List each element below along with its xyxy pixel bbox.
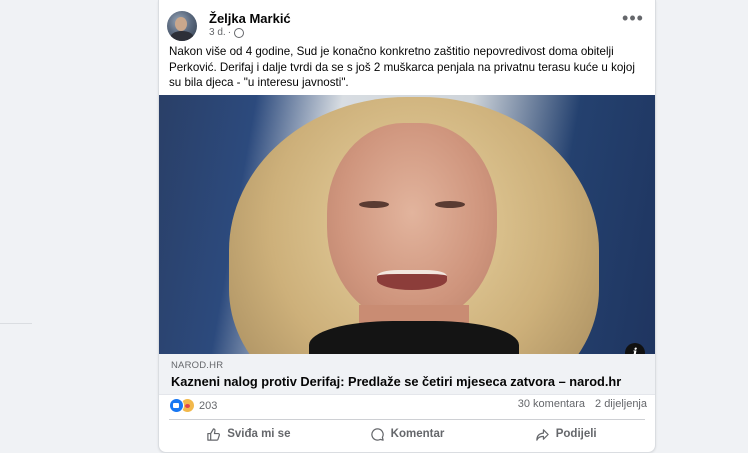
reaction-count: 203 [199, 399, 218, 412]
photo-eye-right [435, 201, 465, 208]
author-name[interactable]: Željka Markić [209, 11, 291, 26]
link-preview-image[interactable]: i [159, 95, 655, 354]
photo-eye-left [359, 201, 389, 208]
comments-count[interactable]: 30 komentara [518, 398, 585, 410]
photo-face [327, 123, 497, 323]
feed-post: Željka Markić 3 d. · ••• Nakon više od 4… [158, 0, 656, 453]
photo-mouth [377, 270, 447, 290]
share-button[interactable]: Podijeli [486, 422, 645, 446]
like-label: Sviđa mi se [227, 428, 291, 440]
left-column-divider [0, 323, 32, 324]
avatar-shoulders [170, 31, 194, 41]
post-actions: Sviđa mi se Komentar Podijeli [169, 422, 645, 446]
shares-count[interactable]: 2 dijeljenja [595, 398, 647, 410]
comment-icon [370, 427, 384, 441]
post-stats: 203 30 komentara 2 dijeljenja [169, 398, 647, 414]
avatar-face [175, 17, 187, 31]
globe-icon [234, 27, 245, 38]
author-avatar[interactable] [167, 11, 197, 41]
actions-divider [169, 419, 645, 420]
post-time[interactable]: 3 d. [209, 27, 226, 38]
link-preview-footer[interactable]: NAROD.HR Kazneni nalog protiv Derifaj: P… [159, 354, 655, 395]
reactions-summary[interactable]: 203 [169, 398, 217, 413]
link-title[interactable]: Kazneni nalog protiv Derifaj: Predlaže s… [171, 374, 621, 389]
post-header: Željka Markić 3 d. · ••• [167, 9, 651, 41]
like-reaction-icon [169, 398, 184, 413]
comment-label: Komentar [390, 428, 445, 440]
meta-separator: · [227, 27, 232, 38]
stats-right: 30 komentara 2 dijeljenja [518, 398, 647, 410]
thumbs-up-icon [207, 427, 221, 441]
comment-button[interactable]: Komentar [328, 422, 487, 446]
share-label: Podijeli [555, 428, 597, 440]
photo-clothing [309, 321, 519, 354]
link-domain: NAROD.HR [171, 360, 224, 371]
more-options-button[interactable]: ••• [621, 9, 645, 33]
share-icon [535, 428, 549, 441]
info-icon[interactable]: i [625, 343, 645, 354]
post-text: Nakon više od 4 godine, Sud je konačno k… [169, 45, 635, 89]
post-meta: 3 d. · [209, 27, 245, 38]
like-button[interactable]: Sviđa mi se [169, 422, 328, 446]
